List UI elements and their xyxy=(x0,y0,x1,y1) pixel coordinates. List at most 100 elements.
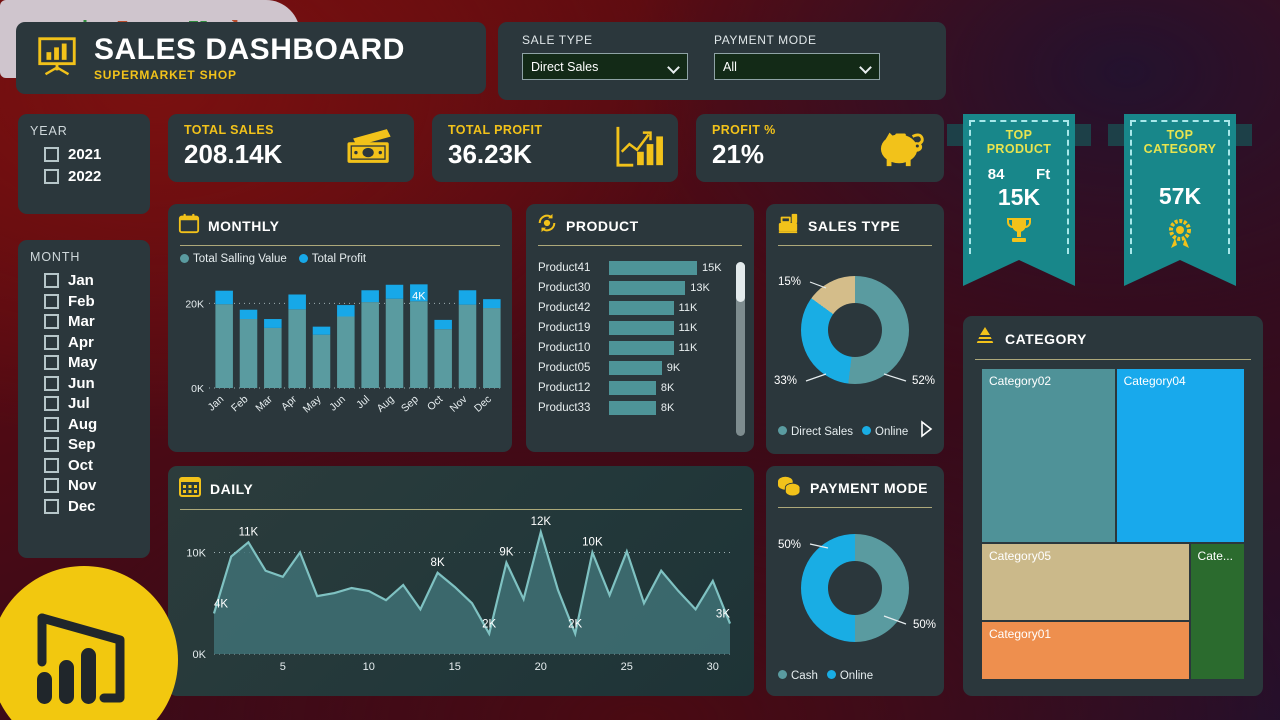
top-category-ribbon: TOP CATEGORY 57K xyxy=(1108,114,1252,286)
month-slicer-item-apr[interactable]: Apr xyxy=(44,334,138,351)
month-slicer-item-jul[interactable]: Jul xyxy=(44,395,138,412)
treemap-tile[interactable]: Category01 xyxy=(981,620,1190,680)
checkbox-icon[interactable] xyxy=(44,375,59,391)
year-slicer-label: YEAR xyxy=(30,124,68,138)
product-bar[interactable] xyxy=(609,261,697,275)
treemap-tile-label: Category01 xyxy=(989,626,1052,641)
kpi-profit-percent: PROFIT % 21% xyxy=(696,114,944,182)
month-slicer-item-may[interactable]: May xyxy=(44,354,138,371)
product-name: Product42 xyxy=(538,302,591,314)
legend-item-online[interactable]: Online xyxy=(862,426,908,438)
power-bi-logo xyxy=(0,566,178,720)
product-bar[interactable] xyxy=(609,281,686,295)
svg-text:Apr: Apr xyxy=(279,393,300,413)
checkbox-icon[interactable] xyxy=(44,147,59,162)
product-bar-row[interactable]: Product05 9K xyxy=(526,358,754,378)
month-slicer-item-feb[interactable]: Feb xyxy=(44,293,138,310)
product-bar-row[interactable]: Product10 11K xyxy=(526,338,754,358)
svg-text:0K: 0K xyxy=(191,383,204,395)
checkbox-icon[interactable] xyxy=(44,169,59,184)
month-slicer-item-oct[interactable]: Oct xyxy=(44,457,138,474)
month-slicer: MONTH Jan Feb Mar Apr May Jun Jul Aug Sep Oct Nov D… xyxy=(18,240,150,558)
checkbox-icon[interactable] xyxy=(44,416,59,432)
product-bar[interactable] xyxy=(609,301,674,315)
month-slicer-item-mar[interactable]: Mar xyxy=(44,313,138,330)
legend-item-cash[interactable]: Cash xyxy=(778,670,818,682)
product-bar-row[interactable]: Product41 15K xyxy=(526,258,754,278)
sale-type-dropdown[interactable]: Direct Sales xyxy=(522,53,688,80)
legend-item-direct-sales[interactable]: Direct Sales xyxy=(778,426,853,438)
sales-type-panel: SALES TYPE 15% 33% 52% Direct Sales Onli… xyxy=(766,204,944,454)
month-slicer-item-dec[interactable]: Dec xyxy=(44,498,138,515)
treemap-tile[interactable]: Category02 xyxy=(981,368,1116,543)
calendar-icon xyxy=(178,212,200,239)
product-value: 13K xyxy=(690,282,710,294)
year-slicer-item-2021[interactable]: 2021 xyxy=(44,146,138,163)
product-bar-row[interactable]: Product33 8K xyxy=(526,398,754,418)
product-bar[interactable] xyxy=(609,341,674,355)
checkbox-icon[interactable] xyxy=(44,498,59,514)
checkbox-icon[interactable] xyxy=(44,293,59,309)
legend-item-total-profit[interactable]: Total Profit xyxy=(298,253,366,265)
product-bar-row[interactable]: Product19 11K xyxy=(526,318,754,338)
checkbox-icon[interactable] xyxy=(44,314,59,329)
kpi-value: 21% xyxy=(712,139,765,169)
product-bar-row[interactable]: Product42 11K xyxy=(526,298,754,318)
month-slicer-item-jun[interactable]: Jun xyxy=(44,375,138,392)
month-slicer-item-label: Oct xyxy=(68,456,94,474)
product-bar-row[interactable]: Product12 8K xyxy=(526,378,754,398)
checkbox-icon[interactable] xyxy=(44,437,59,452)
top-category-title-line1: TOP xyxy=(1166,128,1194,142)
svg-text:2K: 2K xyxy=(568,619,582,631)
checkbox-icon[interactable] xyxy=(44,396,59,411)
treemap-tile[interactable]: Category05 xyxy=(981,542,1190,621)
checkbox-icon[interactable] xyxy=(44,478,59,493)
sales-type-panel-title: SALES TYPE xyxy=(808,217,901,234)
top-product-rank: 84 xyxy=(987,165,1005,183)
legend-next-arrow-icon[interactable] xyxy=(918,419,934,444)
month-slicer-item-label: Jun xyxy=(68,374,95,392)
svg-text:30: 30 xyxy=(707,661,719,673)
product-scrollbar[interactable] xyxy=(736,262,745,436)
svg-text:15: 15 xyxy=(449,661,461,673)
product-scrollbar-thumb[interactable] xyxy=(736,262,745,302)
product-bar-row[interactable]: Product30 13K xyxy=(526,278,754,298)
year-slicer-item-2022[interactable]: 2022 xyxy=(44,168,138,185)
bar-chart-growth-icon xyxy=(614,123,664,182)
month-slicer-item-label: Mar xyxy=(68,313,95,330)
month-slicer-item-jan[interactable]: Jan xyxy=(44,272,138,289)
payment-mode-panel: PAYMENT MODE 50% 50% Cash Online xyxy=(766,466,944,696)
payment-mode-donut[interactable] xyxy=(801,534,909,642)
product-name: Product05 xyxy=(538,362,591,374)
svg-text:3K: 3K xyxy=(716,609,730,621)
checkbox-icon[interactable] xyxy=(44,273,59,288)
svg-text:25: 25 xyxy=(621,661,633,673)
product-bar[interactable] xyxy=(609,321,674,335)
month-slicer-item-label: Sep xyxy=(68,436,96,453)
product-bar[interactable] xyxy=(609,361,662,375)
kpi-label: TOTAL PROFIT xyxy=(448,123,543,137)
year-slicer-item-label: 2021 xyxy=(68,146,102,163)
checkbox-icon[interactable] xyxy=(44,355,59,370)
month-slicer-item-sep[interactable]: Sep xyxy=(44,436,138,453)
treemap-tile[interactable]: Category04 xyxy=(1115,368,1245,543)
checkbox-icon[interactable] xyxy=(44,334,59,350)
legend-item-online[interactable]: Online xyxy=(826,670,873,682)
month-slicer-item-nov[interactable]: Nov xyxy=(44,477,138,494)
treemap-tile-label: Category05 xyxy=(989,548,1052,563)
sales-type-donut[interactable] xyxy=(801,276,909,384)
checkbox-icon[interactable] xyxy=(44,457,59,473)
daily-chart-svg[interactable]: 0K 10K 5 10 15 20 25 30 4K 11K 8K 2K 9K 12K 2K 10K 3K xyxy=(168,506,754,696)
svg-text:8K: 8K xyxy=(431,557,445,569)
month-slicer-item-aug[interactable]: Aug xyxy=(44,416,138,433)
treemap-tile[interactable]: Cate... xyxy=(1189,542,1245,680)
legend-label: Cash xyxy=(791,670,818,682)
legend-item-total-salling-value[interactable]: Total Salling Value xyxy=(180,253,287,265)
product-value: 15K xyxy=(702,262,722,274)
product-bar[interactable] xyxy=(609,381,656,395)
product-bar[interactable] xyxy=(609,401,656,415)
payment-mode-dropdown[interactable]: All xyxy=(714,53,880,80)
month-slicer-item-label: May xyxy=(68,354,98,371)
category-treemap[interactable]: Category02 Category04 Category05 Category01… xyxy=(981,368,1245,680)
monthly-chart-svg[interactable]: 0K 20K Jan Feb Mar Apr May Jun Jul Aug Sep Oct Nov De… xyxy=(168,270,512,452)
